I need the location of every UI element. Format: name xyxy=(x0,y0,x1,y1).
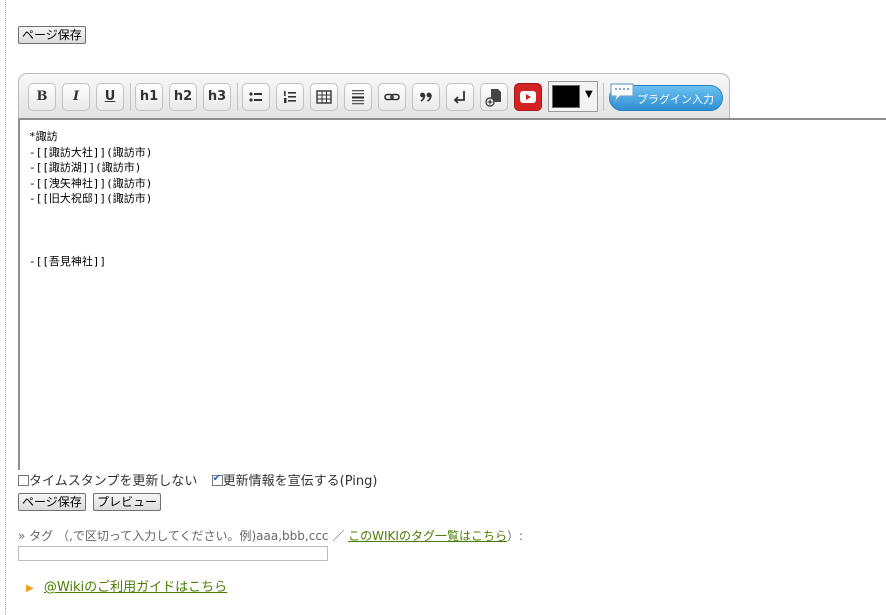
numbered-list-icon xyxy=(284,91,296,103)
add-file-icon xyxy=(485,89,501,107)
numbered-list-button[interactable] xyxy=(276,83,304,111)
horizontal-rule-icon xyxy=(352,90,364,105)
editor-line: -[[諏訪湖]](諏訪市) xyxy=(29,161,142,174)
color-picker[interactable]: ▼ xyxy=(548,81,598,112)
editor-toolbar: B I U h1 h2 h3 ▼ プラグイン入力 xyxy=(18,73,730,119)
tag-help: » タグ （,で区切って入力してください。例)aaa,bbb,ccc ／ このW… xyxy=(18,527,523,544)
play-arrow-icon: ▶ xyxy=(26,583,34,594)
ping-label: 更新情報を宣伝する(Ping) xyxy=(222,474,378,489)
line-break-button[interactable] xyxy=(446,83,474,111)
guide-row: ▶ @Wikiのご利用ガイドはこちら xyxy=(26,576,227,595)
toolbar-separator xyxy=(130,83,131,111)
table-icon xyxy=(316,90,332,104)
attach-file-button[interactable] xyxy=(480,83,508,111)
quote-icon xyxy=(420,92,432,102)
table-button[interactable] xyxy=(310,83,338,111)
chevron-down-icon: ▼ xyxy=(585,89,593,100)
editor-line: -[[旧大祝邸]](諏訪市) xyxy=(29,192,153,205)
bullet-list-button[interactable] xyxy=(242,83,270,111)
h2-button[interactable]: h2 xyxy=(169,83,197,111)
plugin-input-button[interactable]: プラグイン入力 xyxy=(609,83,723,111)
bold-button[interactable]: B xyxy=(28,83,56,111)
underline-button[interactable]: U xyxy=(96,83,124,111)
horizontal-rule-button[interactable] xyxy=(344,83,372,111)
editor-line: -[[諏訪大社]](諏訪市) xyxy=(29,146,153,159)
quote-button[interactable] xyxy=(412,83,440,111)
tag-hint: （,で区切って入力してください。例)aaa,bbb,ccc ／ xyxy=(57,529,345,543)
youtube-button[interactable] xyxy=(514,83,542,111)
plugin-input-label: プラグイン入力 xyxy=(637,93,714,106)
bullet-list-icon xyxy=(249,92,262,102)
link-button[interactable] xyxy=(378,83,406,111)
link-icon xyxy=(384,93,400,101)
toolbar-separator xyxy=(237,83,238,111)
tag-input[interactable] xyxy=(18,546,328,561)
no-timestamp-label: タイムスタンプを更新しない xyxy=(29,474,198,489)
h1-button[interactable]: h1 xyxy=(135,83,163,111)
usage-guide-link[interactable]: @Wikiのご利用ガイドはこちら xyxy=(44,580,227,595)
color-swatch xyxy=(552,85,580,108)
speech-bubble-icon xyxy=(610,83,634,103)
youtube-icon xyxy=(520,91,536,103)
italic-button[interactable]: I xyxy=(62,83,90,111)
preview-button[interactable]: プレビュー xyxy=(93,493,162,511)
h3-button[interactable]: h3 xyxy=(203,83,231,111)
tag-prefix: » タグ xyxy=(18,529,54,543)
wiki-source-textarea[interactable]: *諏訪 -[[諏訪大社]](諏訪市) -[[諏訪湖]](諏訪市) -[[洩矢神社… xyxy=(18,118,886,470)
tag-suffix: ）: xyxy=(506,529,524,543)
ping-checkbox[interactable] xyxy=(211,473,223,486)
toolbar-separator xyxy=(603,83,604,111)
editor-line: *諏訪 xyxy=(29,130,58,143)
no-timestamp-checkbox[interactable] xyxy=(18,475,29,486)
editor-line: -[[吾見神社]] xyxy=(29,255,107,268)
page-save-button[interactable]: ページ保存 xyxy=(18,493,86,511)
page-save-button-top[interactable]: ページ保存 xyxy=(18,26,86,44)
line-break-icon xyxy=(453,91,465,104)
left-dotted-rule xyxy=(5,0,6,615)
tag-list-link[interactable]: このWIKIのタグ一覧はこちら xyxy=(348,529,507,543)
save-options: タイムスタンプを更新しない 更新情報を宣伝する(Ping) xyxy=(18,470,377,490)
editor-line: -[[洩矢神社]](諏訪市) xyxy=(29,177,153,190)
